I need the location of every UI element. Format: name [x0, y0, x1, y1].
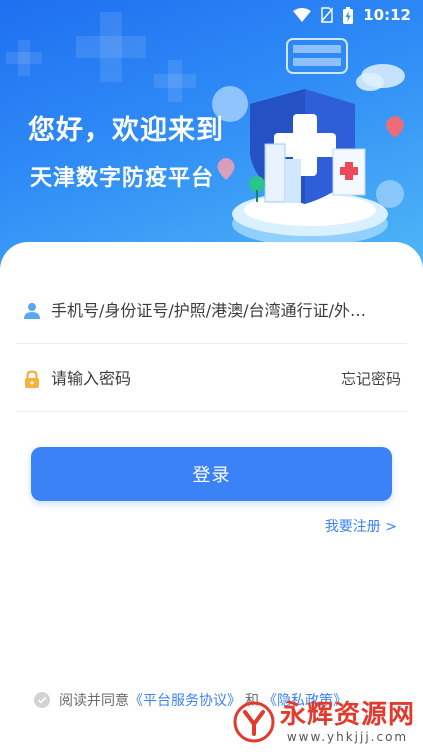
- watermark-logo-icon: [233, 701, 275, 743]
- health-shield-illustration: [212, 38, 405, 246]
- hero-banner: 10:12 您好，欢迎来到 天津数字防疫平台: [0, 0, 423, 270]
- bg-cross-decoration: [6, 52, 42, 64]
- watermark: 永辉资源网 www.yhkjjj.com: [232, 700, 415, 744]
- account-field: [16, 278, 407, 344]
- user-icon: [24, 302, 40, 319]
- watermark-title: 永辉资源网: [279, 700, 415, 730]
- wifi-icon: [293, 8, 312, 22]
- register-link[interactable]: 我要注册 >: [325, 516, 397, 536]
- watermark-texts: 永辉资源网 www.yhkjjj.com: [280, 700, 415, 744]
- password-field: 忘记密码: [16, 346, 407, 412]
- lock-icon: [25, 369, 39, 388]
- password-input[interactable]: [51, 369, 341, 388]
- battery-charging-icon: [343, 6, 354, 24]
- bg-cross-decoration: [76, 36, 146, 58]
- greeting-text: 您好，欢迎来到: [28, 115, 224, 146]
- watermark-url: www.yhkjjj.com: [286, 730, 409, 744]
- no-sim-icon: [321, 7, 334, 23]
- forgot-password-link[interactable]: 忘记密码: [341, 368, 401, 389]
- check-icon: [37, 696, 47, 704]
- bg-cross-decoration: [154, 74, 196, 88]
- service-agreement-link[interactable]: 《平台服务协议》: [129, 690, 241, 710]
- platform-name: 天津数字防疫平台: [30, 165, 215, 191]
- login-button[interactable]: 登录: [31, 447, 392, 501]
- login-card: 忘记密码 登录 我要注册 > 阅读并同意 《平台服务协议》 和 《隐私政策》: [0, 242, 423, 752]
- status-time: 10:12: [363, 6, 411, 24]
- agreement-prefix: 阅读并同意: [59, 693, 129, 709]
- account-input[interactable]: [51, 301, 407, 320]
- status-bar: 10:12: [0, 0, 423, 30]
- agree-checkbox[interactable]: [34, 692, 50, 708]
